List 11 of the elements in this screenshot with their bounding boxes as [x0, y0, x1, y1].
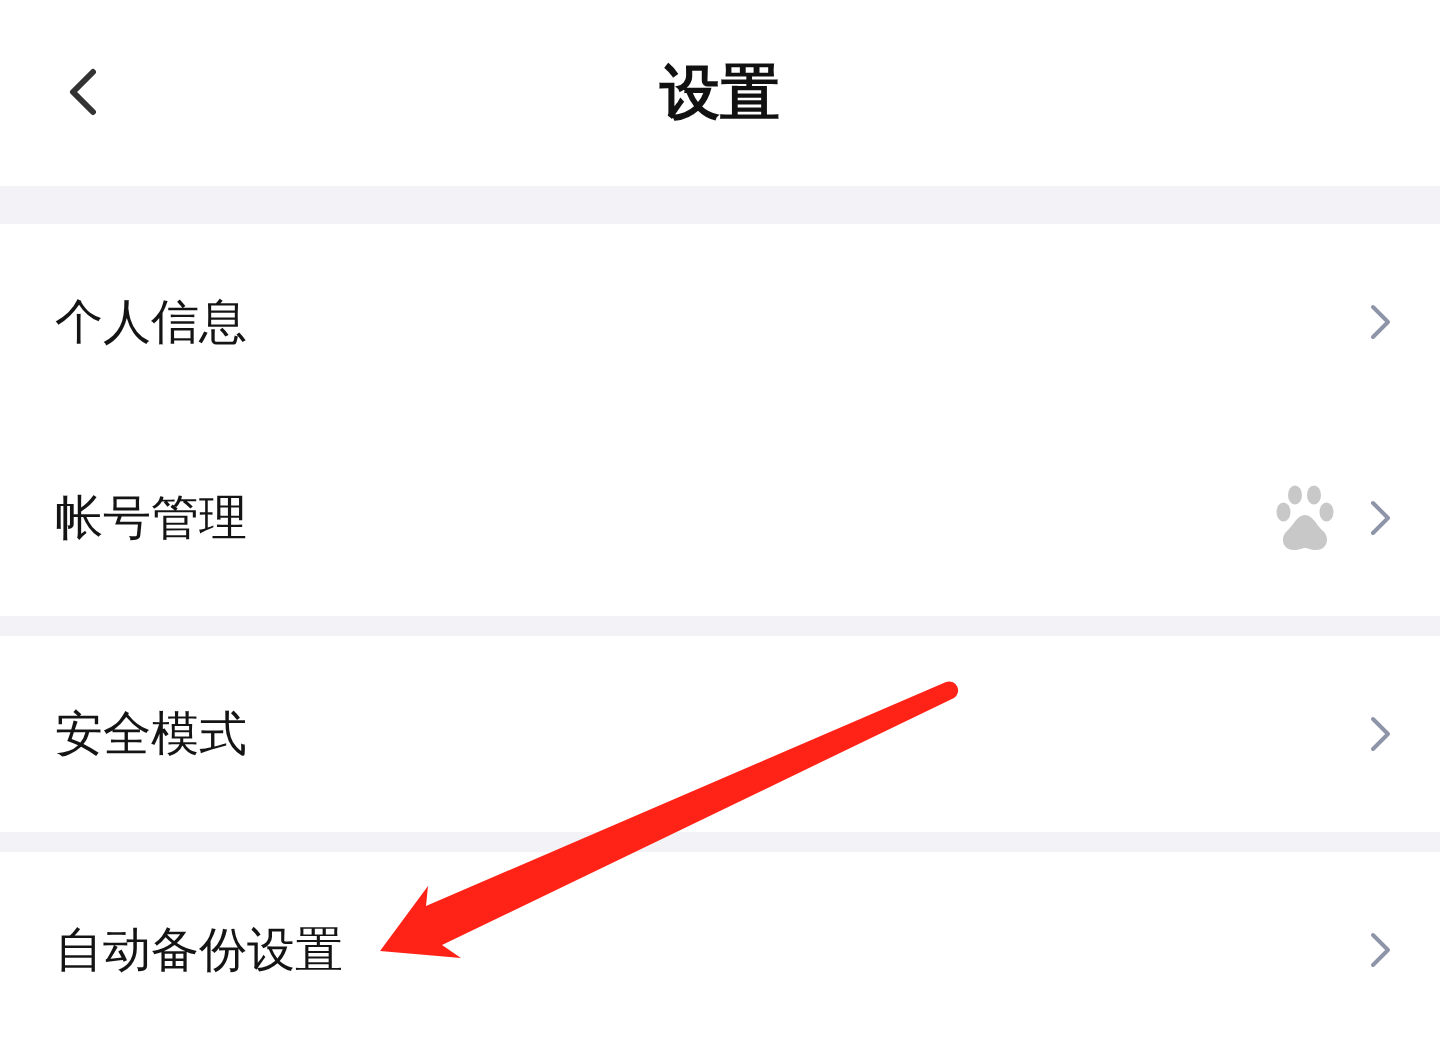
paw-icon — [1276, 485, 1334, 551]
settings-row[interactable]: 帐号管理 — [0, 420, 1440, 616]
chevron-right-icon — [1370, 304, 1392, 340]
settings-row[interactable]: 个人信息 — [0, 224, 1440, 420]
settings-row[interactable]: 安全模式 — [0, 636, 1440, 832]
page-title: 设置 — [660, 63, 780, 123]
chevron-right-icon — [1370, 716, 1392, 752]
chevron-right-icon — [1370, 500, 1392, 536]
chevron-right-icon — [1370, 932, 1392, 968]
settings-row[interactable]: 自动备份设置 — [0, 852, 1440, 1046]
back-icon — [67, 68, 97, 116]
